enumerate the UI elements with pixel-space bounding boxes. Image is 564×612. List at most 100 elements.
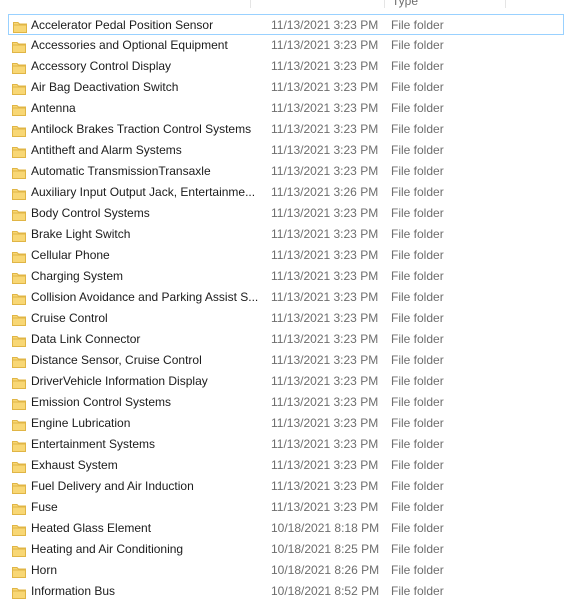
file-date-modified: 11/13/2021 3:23 PM [271, 227, 379, 241]
file-row[interactable]: Accelerator Pedal Position Sensor 11/13/2… [8, 14, 564, 35]
file-row[interactable]: DriverVehicle Information Display 11/13/2… [0, 371, 564, 392]
file-type: File folder [391, 584, 444, 598]
file-row[interactable]: Collision Avoidance and Parking Assist S… [0, 287, 564, 308]
folder-icon [12, 228, 26, 242]
folder-icon [12, 501, 26, 515]
file-name: Antilock Brakes Traction Control Systems [31, 122, 252, 136]
folder-icon [12, 480, 26, 494]
header-divider-date[interactable] [384, 0, 385, 8]
folder-icon [12, 438, 26, 452]
file-type: File folder [391, 479, 444, 493]
file-type: File folder [391, 248, 444, 262]
file-name: Emission Control Systems [31, 395, 172, 409]
file-row[interactable]: Distance Sensor, Cruise Control 11/13/202… [0, 350, 564, 371]
file-name: Body Control Systems [31, 206, 150, 220]
file-type: File folder [391, 185, 444, 199]
folder-icon [13, 19, 27, 33]
file-name: Exhaust System [31, 458, 118, 472]
file-type: File folder [391, 563, 444, 577]
folder-icon [12, 123, 26, 137]
file-date-modified: 11/13/2021 3:26 PM [271, 185, 379, 199]
file-name: Distance Sensor, Cruise Control [31, 353, 202, 367]
file-row[interactable]: Automatic TransmissionTransaxle 11/13/202… [0, 161, 564, 182]
file-date-modified: 11/13/2021 3:23 PM [271, 353, 379, 367]
file-type: File folder [391, 122, 444, 136]
header-divider-type[interactable] [505, 0, 506, 8]
file-name: DriverVehicle Information Display [31, 374, 208, 388]
file-row[interactable]: Fuel Delivery and Air Induction 11/13/202… [0, 476, 564, 497]
folder-icon [12, 60, 26, 74]
file-row[interactable]: Information Bus 10/18/2021 8:52 PM File fo… [0, 581, 564, 602]
file-type: File folder [391, 164, 444, 178]
file-name: Cruise Control [31, 311, 108, 325]
file-row[interactable]: Cellular Phone 11/13/2021 3:23 PM File fol… [0, 245, 564, 266]
file-type: File folder [391, 416, 444, 430]
column-header-strip: Type [0, 0, 564, 8]
file-type: File folder [391, 290, 444, 304]
file-type: File folder [391, 458, 444, 472]
file-name: Information Bus [31, 584, 116, 598]
file-row[interactable]: Brake Light Switch 11/13/2021 3:23 PM File… [0, 224, 564, 245]
file-row[interactable]: Accessory Control Display 11/13/2021 3:23… [0, 56, 564, 77]
file-row[interactable]: Antilock Brakes Traction Control Systems… [0, 119, 564, 140]
file-row[interactable]: Heating and Air Conditioning 10/18/2021 8… [0, 539, 564, 560]
file-type: File folder [391, 521, 444, 535]
file-name: Fuse [31, 500, 58, 514]
file-date-modified: 11/13/2021 3:23 PM [271, 18, 379, 32]
folder-icon [12, 144, 26, 158]
file-name: Horn [31, 563, 58, 577]
folder-icon [12, 396, 26, 410]
folder-icon [12, 543, 26, 557]
file-date-modified: 11/13/2021 3:23 PM [271, 122, 379, 136]
file-date-modified: 10/18/2021 8:18 PM [271, 521, 380, 535]
folder-icon [12, 417, 26, 431]
file-row[interactable]: Air Bag Deactivation Switch 11/13/2021 3:… [0, 77, 564, 98]
file-row[interactable]: Data Link Connector 11/13/2021 3:23 PM Fil… [0, 329, 564, 350]
file-row[interactable]: Heated Glass Element 10/18/2021 8:18 PM Fi… [0, 518, 564, 539]
file-type: File folder [391, 311, 444, 325]
folder-icon [12, 102, 26, 116]
folder-icon [12, 375, 26, 389]
folder-icon [12, 207, 26, 221]
file-name: Automatic TransmissionTransaxle [31, 164, 211, 178]
file-row[interactable]: Cruise Control 11/13/2021 3:23 PM File fol… [0, 308, 564, 329]
header-divider-name[interactable] [250, 0, 251, 8]
folder-icon [12, 312, 26, 326]
folder-icon [12, 522, 26, 536]
file-type: File folder [391, 101, 444, 115]
file-row[interactable]: Fuse 11/13/2021 3:23 PM File folder [0, 497, 564, 518]
file-date-modified: 11/13/2021 3:23 PM [271, 80, 379, 94]
file-name: Accelerator Pedal Position Sensor [31, 18, 214, 32]
file-row[interactable]: Exhaust System 11/13/2021 3:23 PM File fol… [0, 455, 564, 476]
file-name: Brake Light Switch [31, 227, 131, 241]
folder-icon [12, 459, 26, 473]
file-date-modified: 10/18/2021 8:26 PM [271, 563, 380, 577]
folder-icon [12, 249, 26, 263]
folder-icon [12, 333, 26, 347]
file-type: File folder [391, 227, 444, 241]
file-name: Charging System [31, 269, 124, 283]
file-date-modified: 11/13/2021 3:23 PM [271, 437, 379, 451]
folder-icon [12, 165, 26, 179]
file-row[interactable]: Antenna 11/13/2021 3:23 PM File folder [0, 98, 564, 119]
file-date-modified: 11/13/2021 3:23 PM [271, 269, 379, 283]
file-type: File folder [391, 332, 444, 346]
file-row[interactable]: Auxiliary Input Output Jack, Entertainme… [0, 182, 564, 203]
folder-icon [12, 270, 26, 284]
file-name: Heating and Air Conditioning [31, 542, 184, 556]
file-row[interactable]: Engine Lubrication 11/13/2021 3:23 PM File… [0, 413, 564, 434]
file-row[interactable]: Body Control Systems 11/13/2021 3:23 PM Fi… [0, 203, 564, 224]
file-type: File folder [391, 38, 444, 52]
file-name: Antitheft and Alarm Systems [31, 143, 182, 157]
file-row[interactable]: Accessories and Optional Equipment 11/13/… [0, 35, 564, 56]
file-type: File folder [391, 542, 444, 556]
file-date-modified: 11/13/2021 3:23 PM [271, 38, 379, 52]
file-date-modified: 11/13/2021 3:23 PM [271, 206, 379, 220]
file-row[interactable]: Emission Control Systems 11/13/2021 3:23 … [0, 392, 564, 413]
file-row[interactable]: Charging System 11/13/2021 3:23 PM File fo… [0, 266, 564, 287]
file-row[interactable]: Horn 10/18/2021 8:26 PM File folder [0, 560, 564, 581]
file-type: File folder [391, 143, 444, 157]
type-column-header[interactable]: Type [392, 0, 418, 8]
file-row[interactable]: Entertainment Systems 11/13/2021 3:23 PM F… [0, 434, 564, 455]
file-row[interactable]: Antitheft and Alarm Systems 11/13/2021 3:… [0, 140, 564, 161]
